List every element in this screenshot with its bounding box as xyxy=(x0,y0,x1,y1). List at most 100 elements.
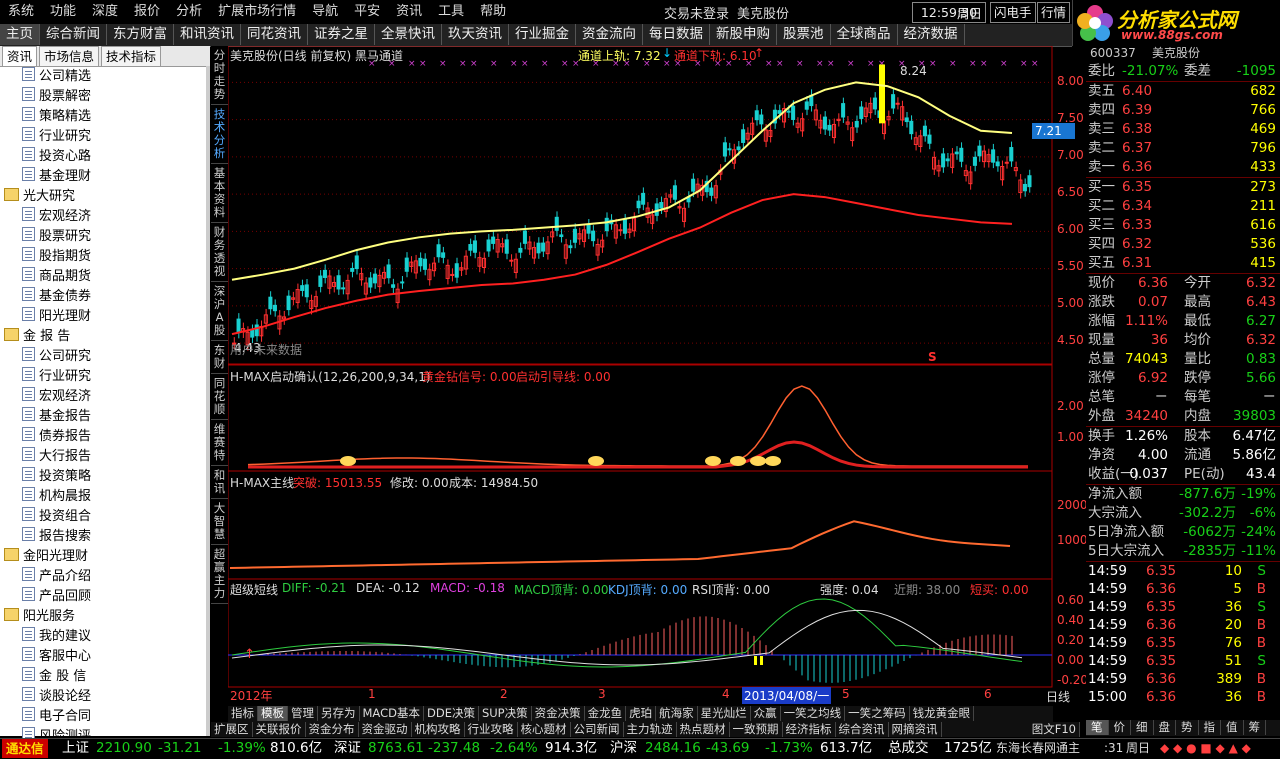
nav-tab[interactable]: 玖天资讯 xyxy=(442,24,509,45)
tree-folder[interactable]: 金阳光理财 xyxy=(0,547,210,567)
indicator-tab[interactable]: 另存为 xyxy=(318,706,360,721)
indicator-tab[interactable]: SUP决策 xyxy=(479,706,532,721)
extension-tab[interactable]: 关联报价 xyxy=(253,722,306,737)
extension-tab[interactable]: 机构攻略 xyxy=(412,722,465,737)
quote-row[interactable]: 买一 6.35 273 xyxy=(1086,178,1280,197)
extension-tab[interactable]: 核心题材 xyxy=(518,722,571,737)
indicator-tab[interactable]: 资金决策 xyxy=(532,706,585,721)
status-icons[interactable]: ◆ ◆ ● ■ ◆ ▲ ◆ xyxy=(1160,739,1251,758)
indicator-tab[interactable]: 钱龙黄金眼 xyxy=(910,706,975,721)
menu-item[interactable]: 扩展市场行情 xyxy=(210,0,304,21)
extension-tab[interactable]: 资金驱动 xyxy=(359,722,412,737)
nav-tab[interactable]: 证券之星 xyxy=(308,24,375,45)
extension-tab[interactable]: 公司新闻 xyxy=(571,722,624,737)
f10-button[interactable]: 图文F10 xyxy=(1029,722,1080,737)
side-tab[interactable]: 技术分析 xyxy=(211,105,228,164)
tree-item[interactable]: 产品介绍 xyxy=(0,567,210,587)
nav-tab[interactable]: 和讯资讯 xyxy=(174,24,241,45)
quote-tab[interactable]: 价 xyxy=(1109,720,1131,735)
tree-item[interactable]: 电子合同 xyxy=(0,707,210,727)
indicator-tab[interactable]: 航海家 xyxy=(656,706,698,721)
nav-tab[interactable]: 全景快讯 xyxy=(375,24,442,45)
period-label[interactable]: 日线 xyxy=(1046,688,1070,705)
tree-item[interactable]: 债券报告 xyxy=(0,427,210,447)
indicator-tab[interactable]: MACD基本 xyxy=(360,706,424,721)
tree-item[interactable]: 投资策略 xyxy=(0,467,210,487)
indicator-tab[interactable]: 管理 xyxy=(288,706,318,721)
quote-row[interactable]: 卖五 6.40 682 xyxy=(1086,82,1280,101)
tree-item[interactable]: 产品回顾 xyxy=(0,587,210,607)
tree-item[interactable]: 投资组合 xyxy=(0,507,210,527)
menu-item[interactable]: 报价 xyxy=(126,0,168,21)
menu-item[interactable]: 功能 xyxy=(42,0,84,21)
indicator-tab[interactable]: 一笑之筹码 xyxy=(845,706,910,721)
tree-item[interactable]: 投资心路 xyxy=(0,147,210,167)
menu-item[interactable]: 工具 xyxy=(430,0,472,21)
side-tab[interactable]: 财务透视 xyxy=(211,223,228,282)
nav-tab[interactable]: 综合新闻 xyxy=(40,24,107,45)
indicator-tab[interactable]: 指标 xyxy=(228,706,258,721)
quote-tab[interactable]: 筹 xyxy=(1244,720,1266,735)
nav-tab[interactable]: 资金流向 xyxy=(576,24,643,45)
tree-folder[interactable]: 阳光服务 xyxy=(0,607,210,627)
left-tab[interactable]: 市场信息 xyxy=(39,46,100,67)
indicator-tab[interactable]: 众赢 xyxy=(751,706,781,721)
side-tab[interactable]: 基本资料 xyxy=(211,164,228,223)
left-tab[interactable]: 资讯 xyxy=(2,46,38,67)
extension-tab[interactable]: 综合资讯 xyxy=(836,722,889,737)
menu-item[interactable]: 导航 xyxy=(304,0,346,21)
tree-item[interactable]: 阳光理财 xyxy=(0,307,210,327)
extension-tab[interactable]: 资金分布 xyxy=(306,722,359,737)
nav-tab[interactable]: 新股申购 xyxy=(710,24,777,45)
quote-row[interactable]: 买三 6.33 616 xyxy=(1086,216,1280,235)
nav-tab[interactable]: 主页 xyxy=(0,24,40,45)
menu-item[interactable]: 资讯 xyxy=(388,0,430,21)
menu-item[interactable]: 帮助 xyxy=(472,0,514,21)
flash-trade-button[interactable]: 闪电手 xyxy=(990,2,1036,23)
tree-item[interactable]: 基金理财 xyxy=(0,167,210,187)
indicator-tab[interactable]: 星光灿烂 xyxy=(698,706,751,721)
menu-item[interactable]: 分析 xyxy=(168,0,210,21)
quote-tab[interactable]: 盘 xyxy=(1154,720,1176,735)
quote-row[interactable]: 卖一 6.36 433 xyxy=(1086,158,1280,177)
nav-tab[interactable]: 行业掘金 xyxy=(509,24,576,45)
extension-tab[interactable]: 行业攻略 xyxy=(465,722,518,737)
quote-row[interactable]: 买二 6.34 211 xyxy=(1086,197,1280,216)
nav-tab[interactable]: 股票池 xyxy=(777,24,831,45)
tree-item[interactable]: 商品期货 xyxy=(0,267,210,287)
tree-item[interactable]: 谈股论经 xyxy=(0,687,210,707)
menu-item[interactable]: 深度 xyxy=(84,0,126,21)
quote-row[interactable]: 买四 6.32 536 xyxy=(1086,235,1280,254)
tree-item[interactable]: 机构晨报 xyxy=(0,487,210,507)
tree-item[interactable]: 宏观经济 xyxy=(0,387,210,407)
left-tab[interactable]: 技术指标 xyxy=(101,46,162,67)
side-tab[interactable]: 超赢主力 xyxy=(211,545,228,604)
extension-tab[interactable]: 一致预期 xyxy=(730,722,783,737)
quote-row[interactable]: 卖三 6.38 469 xyxy=(1086,120,1280,139)
tree-item[interactable]: 宏观经济 xyxy=(0,207,210,227)
tree-folder[interactable]: 金 报 告 xyxy=(0,327,210,347)
tree-item[interactable]: 报告搜索 xyxy=(0,527,210,547)
tree-item[interactable]: 金 股 信 xyxy=(0,667,210,687)
side-tab[interactable]: 同花顺 xyxy=(211,374,228,420)
side-tab[interactable]: 维赛特 xyxy=(211,420,228,466)
side-tab[interactable]: 和讯 xyxy=(211,466,228,499)
tree-item[interactable]: 基金报告 xyxy=(0,407,210,427)
tree-item[interactable]: 公司精选 xyxy=(0,67,210,87)
side-tab[interactable]: 大智慧 xyxy=(211,499,228,545)
tree-item[interactable]: 基金债券 xyxy=(0,287,210,307)
nav-tab[interactable]: 经济数据 xyxy=(898,24,965,45)
indicator-tab[interactable]: 虎珀 xyxy=(626,706,657,721)
tree-item[interactable]: 策略精选 xyxy=(0,107,210,127)
quote-tab[interactable]: 势 xyxy=(1176,720,1199,735)
side-tab[interactable]: 分时走势 xyxy=(211,46,228,105)
tree-item[interactable]: 股指期货 xyxy=(0,247,210,267)
side-tab[interactable]: 东财 xyxy=(211,341,228,374)
indicator-tab[interactable]: 一笑之均线 xyxy=(781,706,846,721)
indicator-tab[interactable]: 模板 xyxy=(258,706,288,721)
menu-item[interactable]: 平安 xyxy=(346,0,388,21)
quote-row[interactable]: 卖二 6.37 796 xyxy=(1086,139,1280,158)
tree-item[interactable]: 行业研究 xyxy=(0,127,210,147)
left-scrollbar[interactable] xyxy=(206,66,210,736)
quote-tab[interactable]: 笔 xyxy=(1086,720,1109,735)
